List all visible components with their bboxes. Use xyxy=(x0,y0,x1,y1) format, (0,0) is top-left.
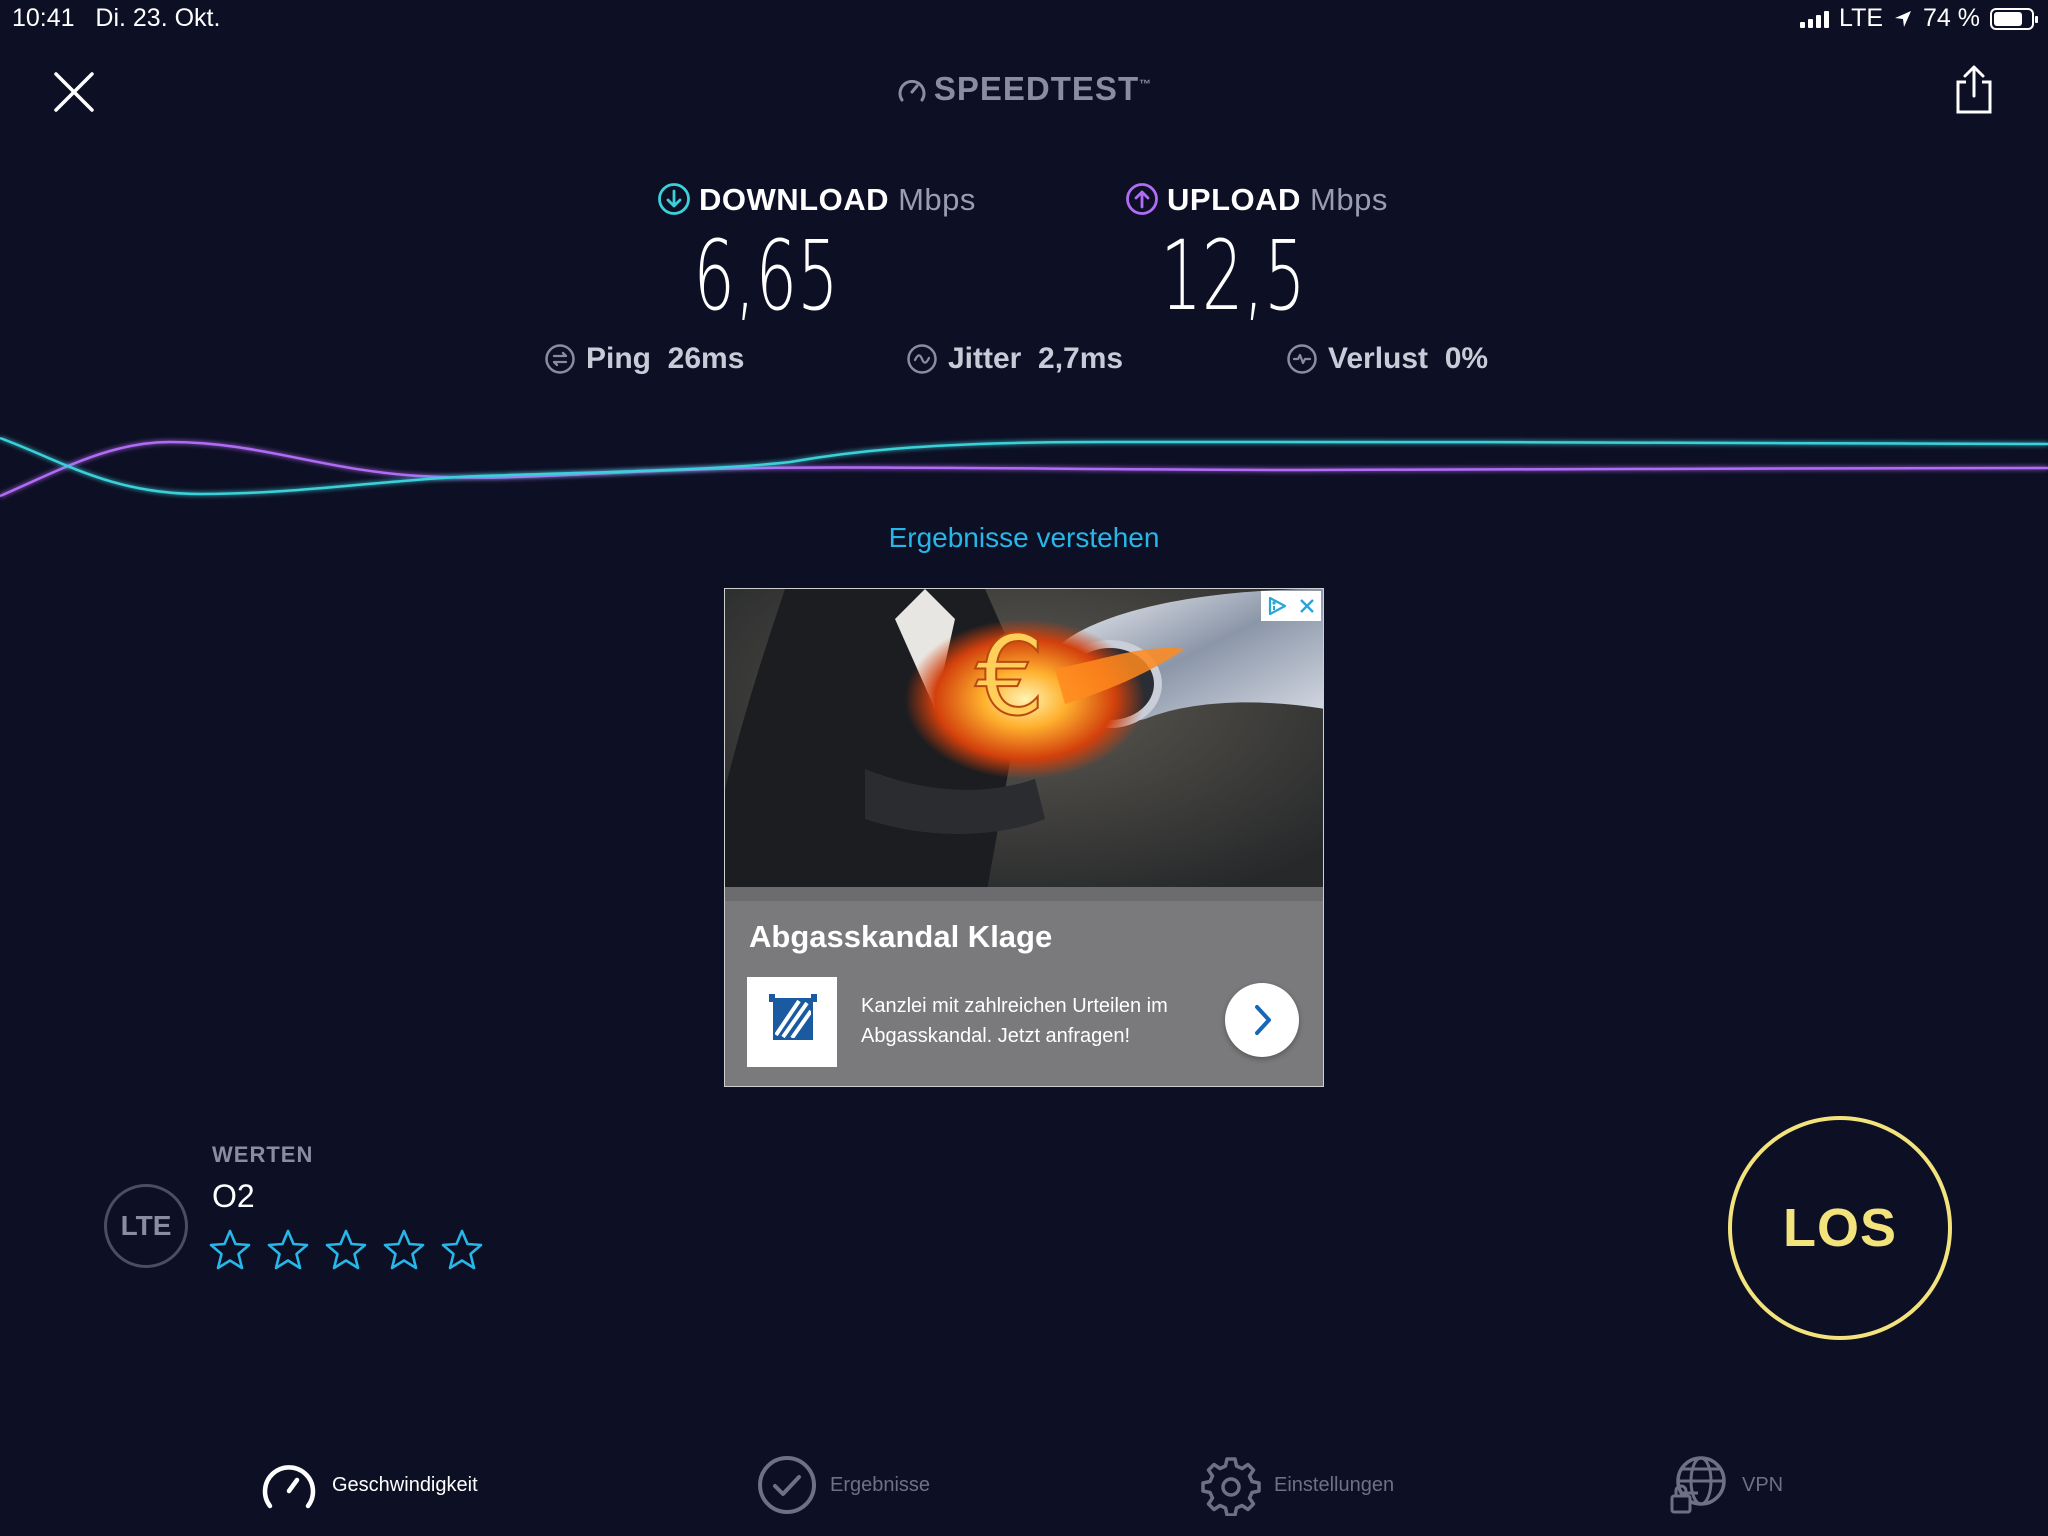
download-value: 6,65 xyxy=(693,220,839,332)
status-bar-indicators: LTE 74 % xyxy=(1800,4,2038,33)
start-test-button[interactable]: LOS xyxy=(1728,1116,1952,1340)
rating-stars[interactable] xyxy=(208,1228,484,1272)
star-icon[interactable] xyxy=(266,1228,310,1272)
globe-lock-icon xyxy=(1670,1456,1726,1514)
svg-text:€: € xyxy=(975,612,1045,740)
gear-icon xyxy=(1201,1457,1261,1516)
brand-trademark: ™ xyxy=(1139,77,1153,91)
speedtest-logo-icon xyxy=(898,79,926,102)
upload-value: 12,5 xyxy=(1160,220,1306,332)
jitter-label: Jitter xyxy=(948,342,1022,375)
download-graph-line xyxy=(0,436,2048,496)
star-icon[interactable] xyxy=(208,1228,252,1272)
battery-icon xyxy=(1990,7,2038,30)
packet-loss-icon xyxy=(1287,344,1317,374)
tab-results[interactable]: Ergebnisse xyxy=(756,1452,930,1518)
results-info-link[interactable]: Ergebnisse verstehen xyxy=(0,522,2048,554)
cellular-signal-icon xyxy=(1800,10,1830,28)
brand-name: SPEEDTEST xyxy=(933,70,1140,107)
status-date: Di. 23. Okt. xyxy=(95,4,221,32)
ping-stat: Ping 26ms xyxy=(544,342,744,376)
jitter-stat: Jitter 2,7ms xyxy=(906,342,1123,376)
ad-info-icon xyxy=(1268,596,1287,616)
packet-loss-value: 0% xyxy=(1444,342,1489,375)
rate-provider-label: WERTEN xyxy=(212,1142,314,1167)
star-icon[interactable] xyxy=(382,1228,426,1272)
upload-unit: Mbps xyxy=(1310,182,1388,217)
share-icon[interactable] xyxy=(1952,64,1996,116)
advertiser-logo-icon xyxy=(769,994,817,1040)
jitter-value: 2,7ms xyxy=(1038,342,1124,375)
upload-header: UPLOAD Mbps xyxy=(1125,182,1388,218)
app-brand: SPEEDTEST™ xyxy=(0,70,2048,108)
tab-settings-label: Einstellungen xyxy=(1274,1473,1395,1496)
ping-value: 26ms xyxy=(667,342,745,375)
location-arrow-icon xyxy=(1895,10,1912,27)
advertisement[interactable]: € Abgasskandal Klage Kanzlei mit zahlrei… xyxy=(724,588,1324,1087)
status-bar-datetime: 10:41 Di. 23. Okt. xyxy=(12,4,220,33)
ping-icon xyxy=(545,344,575,374)
tab-vpn-label: VPN xyxy=(1742,1473,1784,1496)
ad-headline[interactable]: Abgasskandal Klage xyxy=(749,919,1052,955)
tab-vpn[interactable]: VPN xyxy=(1668,1452,1783,1518)
tab-speed[interactable]: Geschwindigkeit xyxy=(258,1452,478,1518)
network-type: LTE xyxy=(1839,4,1884,32)
packet-loss-label: Verlust xyxy=(1328,342,1429,375)
upload-graph-line xyxy=(0,440,2048,498)
download-arrow-icon xyxy=(658,183,690,215)
tab-settings[interactable]: Einstellungen xyxy=(1200,1452,1394,1518)
packet-loss-stat: Verlust 0% xyxy=(1286,342,1488,376)
download-header: DOWNLOAD Mbps xyxy=(657,182,976,218)
download-unit: Mbps xyxy=(898,182,976,217)
battery-percent: 74 % xyxy=(1923,4,1980,32)
status-time: 10:41 xyxy=(12,4,75,32)
upload-arrow-icon xyxy=(1126,183,1158,215)
connection-type-badge: LTE xyxy=(104,1184,188,1268)
star-icon[interactable] xyxy=(324,1228,368,1272)
download-label: DOWNLOAD xyxy=(699,182,889,217)
provider-name: O2 xyxy=(212,1178,255,1214)
ad-open-button[interactable] xyxy=(1225,983,1299,1057)
tab-speed-label: Geschwindigkeit xyxy=(332,1473,478,1496)
ad-body-text[interactable]: Kanzlei mit zahlreichen Urteilen im Abga… xyxy=(861,991,1221,1051)
ad-image: € xyxy=(725,589,1323,901)
ad-advertiser-logo[interactable] xyxy=(747,977,837,1067)
ad-close-icon[interactable] xyxy=(1298,597,1316,615)
speedometer-icon xyxy=(262,1465,316,1509)
upload-label: UPLOAD xyxy=(1167,182,1301,217)
jitter-icon xyxy=(907,344,937,374)
check-circle-icon xyxy=(758,1456,816,1514)
chevron-right-icon xyxy=(1255,1005,1271,1035)
ad-choices-button[interactable] xyxy=(1261,591,1321,621)
speed-graph xyxy=(0,436,2048,498)
ping-label: Ping xyxy=(586,342,651,375)
star-icon[interactable] xyxy=(440,1228,484,1272)
tab-results-label: Ergebnisse xyxy=(830,1473,931,1496)
